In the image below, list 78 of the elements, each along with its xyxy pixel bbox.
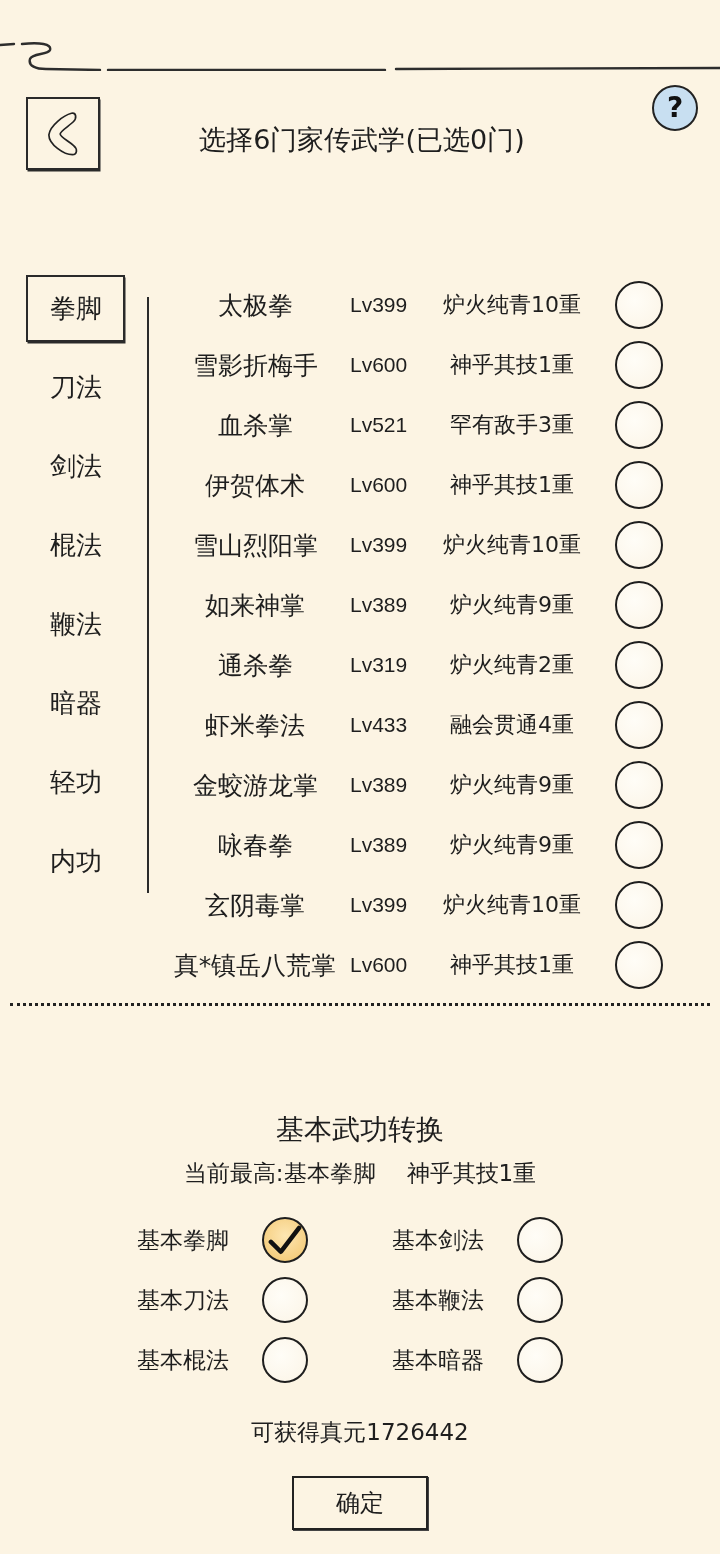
- skill-name: 真*镇岳八荒掌: [173, 949, 337, 982]
- confirm-button[interactable]: 确定: [292, 1476, 428, 1530]
- category-tab[interactable]: 暗器: [26, 670, 125, 737]
- skill-rank: 炉火纯青9重: [450, 771, 574, 799]
- category-tab[interactable]: 拳脚: [26, 275, 125, 342]
- select-checkbox[interactable]: [615, 341, 663, 389]
- current-best-rank: 神乎其技1重: [406, 1159, 537, 1188]
- back-button[interactable]: [26, 97, 100, 170]
- option-label: 基本拳脚: [137, 1225, 229, 1255]
- option-checkbox[interactable]: [517, 1217, 563, 1263]
- skill-name: 通杀拳: [217, 649, 293, 682]
- skill-name: 雪影折梅手: [192, 349, 318, 382]
- skill-rank: 炉火纯青2重: [450, 651, 574, 679]
- select-checkbox[interactable]: [615, 521, 663, 569]
- option-checkbox[interactable]: [262, 1277, 308, 1323]
- select-checkbox[interactable]: [615, 821, 663, 869]
- skill-name: 虾米拳法: [205, 709, 305, 742]
- skill-rank: 炉火纯青9重: [450, 591, 574, 619]
- skill-level: Lv319: [350, 653, 408, 677]
- check-icon: [268, 1224, 302, 1256]
- skill-level: Lv399: [350, 893, 408, 917]
- select-checkbox[interactable]: [615, 881, 663, 929]
- skill-rank: 神乎其技1重: [450, 951, 574, 979]
- skill-level: Lv600: [350, 353, 408, 377]
- skill-rank: 神乎其技1重: [450, 351, 574, 379]
- skill-name: 太极拳: [217, 289, 293, 322]
- category-tab[interactable]: 棍法: [26, 512, 125, 579]
- option-checkbox[interactable]: [262, 1217, 308, 1263]
- select-checkbox[interactable]: [615, 581, 663, 629]
- skill-rank: 融会贯通4重: [450, 711, 574, 739]
- option-checkbox[interactable]: [262, 1337, 308, 1383]
- help-button[interactable]: ?: [652, 85, 698, 131]
- option-checkbox[interactable]: [517, 1277, 563, 1323]
- skill-rank: 炉火纯青9重: [450, 831, 574, 859]
- category-tab[interactable]: 刀法: [26, 354, 125, 421]
- skill-rank: 炉火纯青10重: [443, 531, 581, 559]
- skill-rank: 神乎其技1重: [450, 471, 574, 499]
- skill-rank: 炉火纯青10重: [443, 891, 581, 919]
- skill-level: Lv389: [350, 773, 408, 797]
- skill-rank: 炉火纯青10重: [443, 291, 581, 319]
- section-title: 基本武功转换: [276, 1112, 444, 1148]
- select-checkbox[interactable]: [615, 761, 663, 809]
- option-label: 基本剑法: [392, 1225, 484, 1255]
- skill-name: 伊贺体术: [205, 469, 305, 502]
- option-label: 基本刀法: [137, 1285, 229, 1315]
- category-tab[interactable]: 鞭法: [26, 591, 125, 658]
- option-label: 基本暗器: [392, 1345, 484, 1375]
- skill-level: Lv399: [350, 533, 408, 557]
- skill-name: 金蛟游龙掌: [192, 769, 318, 802]
- skill-level: Lv389: [350, 833, 408, 857]
- skill-level: Lv433: [350, 713, 408, 737]
- category-tab[interactable]: 剑法: [26, 433, 125, 500]
- skill-level: Lv600: [350, 953, 408, 977]
- select-checkbox[interactable]: [615, 641, 663, 689]
- chevron-left-icon: [47, 109, 79, 158]
- skill-level: Lv389: [350, 593, 408, 617]
- skill-name: 雪山烈阳掌: [192, 529, 318, 562]
- select-checkbox[interactable]: [615, 461, 663, 509]
- reward-text: 可获得真元1726442: [251, 1418, 469, 1447]
- skill-name: 如来神掌: [205, 589, 305, 622]
- skill-level: Lv399: [350, 293, 408, 317]
- skill-rank: 罕有敌手3重: [450, 411, 574, 439]
- select-checkbox[interactable]: [615, 941, 663, 989]
- skill-level: Lv521: [350, 413, 408, 437]
- option-label: 基本鞭法: [392, 1285, 484, 1315]
- select-checkbox[interactable]: [615, 281, 663, 329]
- skill-name: 玄阴毒掌: [205, 889, 305, 922]
- skill-name: 血杀掌: [217, 409, 293, 442]
- option-label: 基本棍法: [137, 1345, 229, 1375]
- page-title: 选择6门家传武学(已选0门): [199, 123, 525, 157]
- select-checkbox[interactable]: [615, 701, 663, 749]
- skill-level: Lv600: [350, 473, 408, 497]
- current-best-label: 当前最高:基本拳脚: [183, 1159, 376, 1188]
- category-tab[interactable]: 内功: [26, 828, 125, 895]
- category-tab[interactable]: 轻功: [26, 749, 125, 816]
- skill-name: 咏春拳: [217, 829, 293, 862]
- option-checkbox[interactable]: [517, 1337, 563, 1383]
- select-checkbox[interactable]: [615, 401, 663, 449]
